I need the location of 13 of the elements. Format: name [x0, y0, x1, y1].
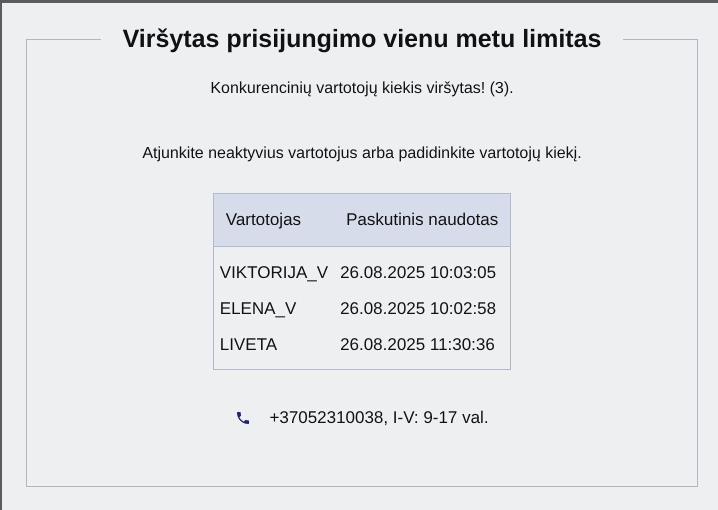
- table-cell: 26.08.2025 11:30:36: [334, 327, 511, 363]
- column-header: Paskutinis naudotas: [334, 194, 511, 246]
- table-cell: 26.08.2025 10:02:58: [334, 291, 511, 327]
- table-cell: VIKTORIJA_V: [213, 246, 334, 291]
- table-cell: 26.08.2025 10:03:05: [334, 246, 511, 291]
- dialog-title: Viršytas prisijungimo vienu metu limitas: [122, 25, 602, 54]
- column-header: Vartotojas: [213, 194, 334, 246]
- table-cell: ELENA_V: [213, 291, 334, 327]
- phone-icon: [235, 410, 252, 426]
- message-text: Atjunkite neaktyvius vartotojus arba padidinkite vartotojų kiekį.: [142, 145, 582, 163]
- message-text: Konkurencinių vartotojų kiekis viršytas! (3).: [210, 80, 514, 98]
- table-cell: LIVETA: [213, 327, 334, 363]
- contact-text: +37052310038, I-V: 9-17 val.: [269, 408, 489, 428]
